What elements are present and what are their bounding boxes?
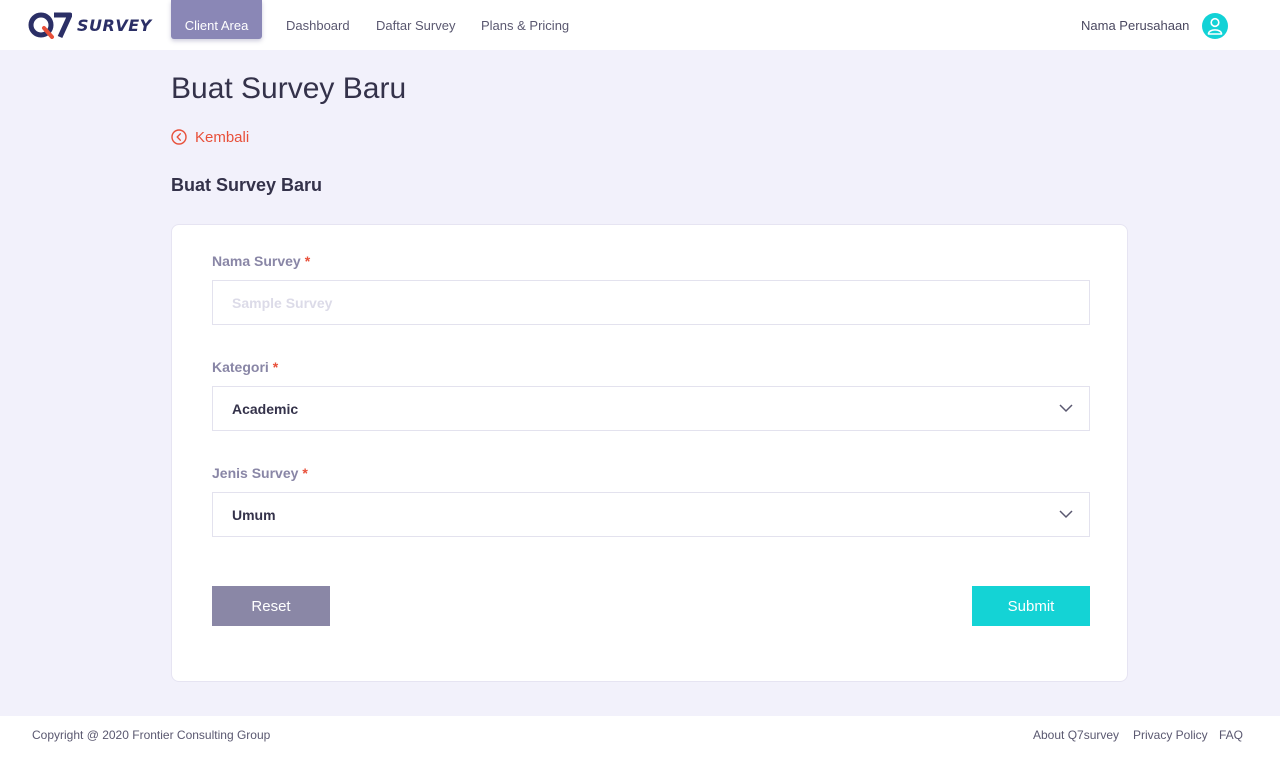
footer-link-faq[interactable]: FAQ — [1219, 728, 1243, 742]
q7-logo-icon — [28, 12, 72, 39]
footer: Copyright @ 2020 Frontier Consulting Gro… — [0, 716, 1280, 757]
back-link[interactable]: Kembali — [171, 128, 249, 146]
section-title: Buat Survey Baru — [171, 175, 323, 195]
back-label: Kembali — [195, 128, 250, 146]
nama-survey-label-text: Nama Survey — [212, 253, 301, 269]
top-navbar: SURVEY Client Area Dashboard Daftar Surv… — [0, 0, 1280, 50]
company-name[interactable]: Nama Perusahaan — [1081, 18, 1189, 33]
reset-button[interactable]: Reset — [212, 586, 330, 626]
nama-survey-label: Nama Survey * — [212, 253, 310, 269]
required-mark: * — [302, 465, 308, 481]
jenis-survey-label-text: Jenis Survey — [212, 465, 299, 481]
user-icon[interactable] — [1202, 13, 1228, 39]
kategori-label-text: Kategori — [212, 359, 269, 375]
create-survey-form: Nama Survey* Kategori* Academic Jenis Su… — [171, 224, 1128, 682]
nav-dashboard[interactable]: Dashboard — [286, 18, 350, 33]
jenis-survey-selected-value: Umum — [232, 506, 276, 523]
required-mark: * — [272, 359, 279, 375]
footer-link-privacy[interactable]: Privacy Policy — [1133, 728, 1208, 742]
kategori-select[interactable]: Academic — [212, 386, 1090, 431]
required-mark: * — [304, 253, 311, 269]
kategori-selected-value: Academic — [232, 400, 299, 417]
nav-client-area[interactable]: Client Area — [171, 0, 262, 39]
chevron-down-icon — [1059, 404, 1073, 413]
footer-link-about[interactable]: About Q7survey — [1033, 728, 1119, 742]
back-circle-icon — [171, 129, 187, 145]
jenis-survey-select[interactable]: Umum — [212, 492, 1090, 537]
page-title: Buat Survey Baru — [171, 72, 407, 105]
q7-survey-logo[interactable]: SURVEY — [28, 10, 152, 40]
submit-button[interactable]: Submit — [972, 586, 1090, 626]
nama-survey-input[interactable] — [212, 280, 1090, 325]
nav-daftar-survey[interactable]: Daftar Survey — [376, 18, 455, 33]
chevron-down-icon — [1059, 510, 1073, 519]
nav-plans-pricing[interactable]: Plans & Pricing — [481, 18, 569, 33]
kategori-label: Kategori * — [212, 359, 278, 375]
copyright-text: Copyright @ 2020 Frontier Consulting Gro… — [32, 728, 271, 742]
jenis-survey-label: Jenis Survey * — [212, 465, 308, 481]
logo-text: SURVEY — [77, 15, 152, 35]
